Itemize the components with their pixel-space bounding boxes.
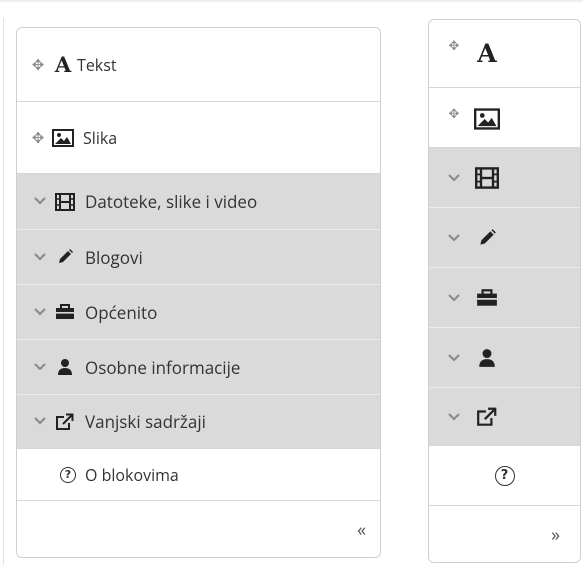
palette-category-vanjski[interactable]: Vanjski sadržaji bbox=[17, 395, 380, 449]
palette-item-label: O blokovima bbox=[85, 463, 179, 486]
image-icon bbox=[473, 104, 501, 134]
palette-dock-row: » bbox=[429, 506, 580, 562]
palette-item-slika-compact[interactable]: ✥ bbox=[429, 88, 580, 148]
user-icon bbox=[473, 347, 501, 369]
chevron-down-icon[interactable] bbox=[29, 248, 51, 267]
block-palette-expanded: ✥ A Tekst ✥ Slika Datoteke, slike i vide… bbox=[16, 27, 381, 558]
chevron-down-icon[interactable] bbox=[29, 303, 51, 322]
drag-handle-icon[interactable]: ✥ bbox=[447, 104, 461, 122]
chevron-down-icon[interactable] bbox=[29, 412, 51, 431]
palette-category-osobne[interactable]: Osobne informacije bbox=[17, 340, 380, 395]
palette-category-label: Općenito bbox=[85, 300, 158, 324]
palette-item-tekst[interactable]: ✥ A Tekst bbox=[17, 28, 380, 102]
palette-item-label: Tekst bbox=[77, 53, 117, 76]
collapse-palette-button[interactable]: « bbox=[357, 518, 366, 542]
palette-item-o-blokovima-compact[interactable]: ? bbox=[429, 446, 580, 506]
chevron-down-icon[interactable] bbox=[447, 169, 461, 187]
palette-category-datoteke[interactable]: Datoteke, slike i video bbox=[17, 174, 380, 230]
palette-category-opcenito-compact[interactable] bbox=[429, 268, 580, 328]
left-divider bbox=[3, 18, 4, 565]
palette-category-label: Blogovi bbox=[85, 245, 143, 269]
text-icon: A bbox=[477, 38, 497, 68]
drag-handle-icon[interactable]: ✥ bbox=[27, 55, 49, 75]
chevron-down-icon[interactable] bbox=[29, 192, 51, 211]
chevron-down-icon[interactable] bbox=[447, 349, 461, 367]
drag-handle-icon[interactable]: ✥ bbox=[447, 36, 461, 54]
top-divider bbox=[0, 0, 583, 2]
palette-category-osobne-compact[interactable] bbox=[429, 328, 580, 388]
palette-category-label: Osobne informacije bbox=[85, 355, 241, 379]
palette-category-blogovi[interactable]: Blogovi bbox=[17, 230, 380, 285]
palette-category-datoteke-compact[interactable] bbox=[429, 148, 580, 208]
palette-category-label: Vanjski sadržaji bbox=[85, 410, 206, 433]
palette-category-blogovi-compact[interactable] bbox=[429, 208, 580, 268]
user-icon bbox=[51, 356, 79, 378]
palette-item-slika[interactable]: ✥ Slika bbox=[17, 102, 380, 174]
palette-category-vanjski-compact[interactable] bbox=[429, 388, 580, 446]
help-icon: ? bbox=[57, 464, 79, 486]
palette-item-o-blokovima[interactable]: ? O blokovima bbox=[17, 449, 380, 501]
expand-palette-button[interactable]: » bbox=[551, 523, 560, 547]
chevron-down-icon[interactable] bbox=[447, 229, 461, 247]
block-palette-collapsed: ✥ A ✥ ? » bbox=[428, 19, 581, 563]
chevron-down-icon[interactable] bbox=[447, 408, 461, 426]
palette-category-opcenito[interactable]: Općenito bbox=[17, 285, 380, 340]
palette-item-tekst-compact[interactable]: ✥ A bbox=[429, 20, 580, 88]
drag-handle-icon[interactable]: ✥ bbox=[27, 128, 49, 148]
help-icon: ? bbox=[491, 465, 519, 487]
palette-dock-row: « bbox=[17, 501, 380, 557]
pencil-icon bbox=[51, 246, 79, 268]
external-link-icon bbox=[473, 406, 501, 428]
pencil-icon bbox=[473, 227, 501, 249]
external-link-icon bbox=[51, 411, 79, 433]
briefcase-icon bbox=[473, 287, 501, 309]
film-icon bbox=[51, 191, 79, 213]
briefcase-icon bbox=[51, 301, 79, 323]
chevron-down-icon[interactable] bbox=[29, 358, 51, 377]
chevron-down-icon[interactable] bbox=[447, 289, 461, 307]
text-icon: A bbox=[54, 52, 72, 77]
palette-item-label: Slika bbox=[83, 126, 118, 149]
palette-category-label: Datoteke, slike i video bbox=[85, 190, 258, 213]
film-icon bbox=[473, 166, 501, 189]
image-icon bbox=[49, 127, 77, 149]
